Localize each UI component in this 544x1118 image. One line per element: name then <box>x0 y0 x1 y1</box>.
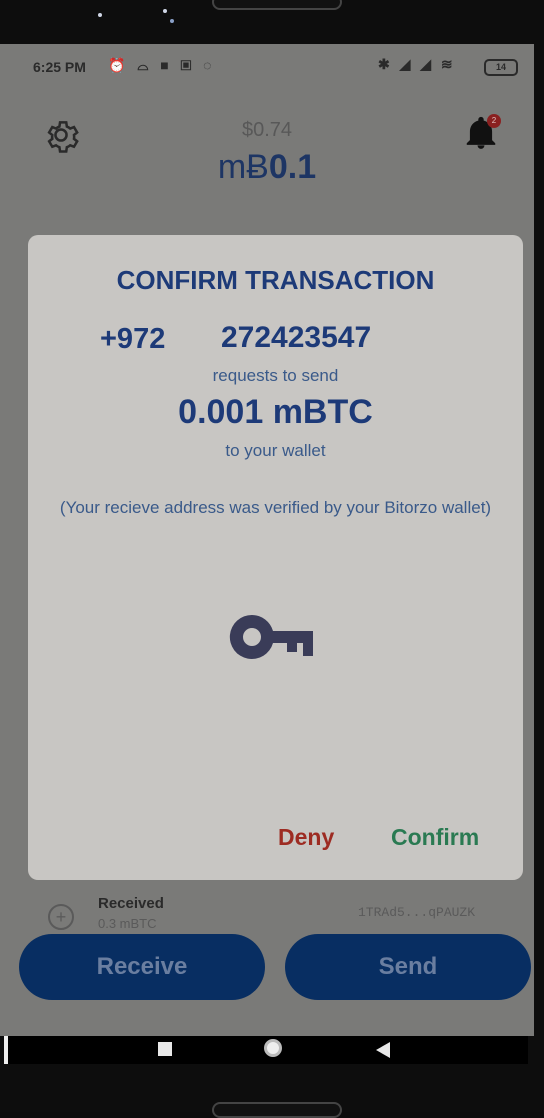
deny-button[interactable]: Deny <box>278 824 334 851</box>
sensor-dot <box>98 13 102 17</box>
requests-text: requests to send <box>212 366 339 385</box>
phone-frame: 6:25 PM ⏰ ⌓ ■ ▣ ◌ ✱ ◢ ◢ ≋ 14 $0.74 mɃ0.1… <box>0 0 544 1118</box>
notification-badge: 2 <box>487 114 501 128</box>
phone-number: 272423547 <box>221 321 372 354</box>
home-icon[interactable] <box>264 1039 282 1057</box>
dialog-title: CONFIRM TRANSACTION <box>116 265 435 295</box>
send-button[interactable]: Send <box>285 934 531 1000</box>
signal-wifi-icons: ✱ ◢ ◢ ≋ <box>378 56 456 72</box>
phone-country-code: +972 <box>100 323 166 355</box>
balance-unit: mɃ <box>217 148 269 186</box>
battery-icon: 14 <box>484 59 518 76</box>
sensor-dot <box>163 9 167 13</box>
notification-icons: ⏰ ⌓ ■ ▣ ◌ <box>108 57 216 73</box>
balance-usd: $0.74 <box>241 119 293 141</box>
to-wallet-text: to your wallet <box>225 441 326 460</box>
transaction-title: Received <box>98 895 164 912</box>
app-screen: 6:25 PM ⏰ ⌓ ■ ▣ ◌ ✱ ◢ ◢ ≋ 14 $0.74 mɃ0.1… <box>0 44 534 1036</box>
request-amount: 0.001 mBTC <box>178 393 373 431</box>
balance-value: 0.1 <box>268 148 317 186</box>
status-bar: 6:25 PM ⏰ ⌓ ■ ▣ ◌ ✱ ◢ ◢ ≋ 14 <box>0 44 534 88</box>
confirm-button[interactable]: Confirm <box>391 824 479 851</box>
transaction-amount: 0.3 mBTC <box>98 916 157 931</box>
bottom-frame-notch <box>212 1102 342 1118</box>
status-time: 6:25 PM <box>33 59 86 75</box>
confirm-transaction-dialog: CONFIRM TRANSACTION +972 272423547 reque… <box>28 235 523 880</box>
receive-button[interactable]: Receive <box>19 934 265 1000</box>
balance-btc: mɃ0.1 <box>0 148 534 187</box>
plus-circle-icon: + <box>48 904 74 930</box>
speaker-notch <box>212 0 342 10</box>
key-icon <box>229 614 313 659</box>
recent-apps-icon[interactable] <box>158 1042 172 1056</box>
transaction-address: 1TRAd5...qPAUZK <box>358 905 476 920</box>
transaction-row[interactable]: + Received 0.3 mBTC 1TRAd5...qPAUZK <box>44 894 514 934</box>
verification-note: (Your recieve address was verified by yo… <box>59 498 492 517</box>
back-icon[interactable] <box>376 1042 390 1058</box>
system-nav-bar <box>8 1036 528 1064</box>
camera-dot <box>170 19 174 23</box>
